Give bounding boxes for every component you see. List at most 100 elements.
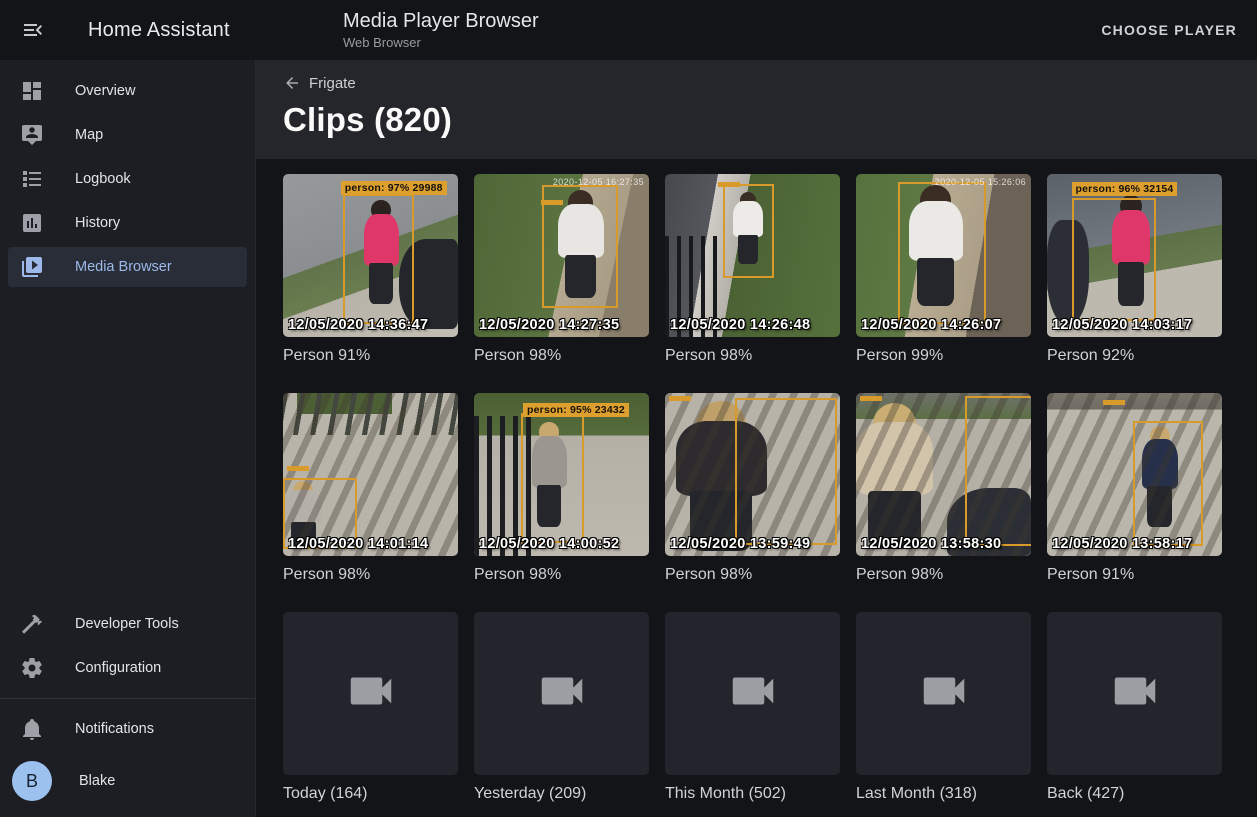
folder-thumbnail [1047,612,1222,775]
clip-timestamp-overlay: 12/05/2020 14:00:52 [479,536,619,552]
folder-card[interactable]: Yesterday (209) [474,612,649,809]
clip-label: Person 91% [283,347,458,371]
person-body [856,422,933,495]
clip-timestamp-overlay: 12/05/2020 14:26:07 [861,317,1001,333]
choose-player-button[interactable]: CHOOSE PLAYER [1093,14,1245,46]
detection-label-chip: person: 95% 23432 [523,403,629,417]
sidebar-item-overview[interactable]: Overview [8,71,247,111]
folder-card[interactable]: Last Month (318) [856,612,1031,809]
clip-thumbnail: 12/05/2020 13:59:49 [665,393,840,556]
clip-timestamp-overlay: 12/05/2020 13:58:30 [861,536,1001,552]
detection-bounding-box [343,194,415,324]
sidebar-item-configuration[interactable]: Configuration [8,648,247,688]
clip-card[interactable]: person: 95% 23432 12/05/2020 14:00:52 Pers… [474,393,649,590]
sidebar-item-logbook[interactable]: Logbook [8,159,247,199]
folder-label: Last Month (318) [856,785,1031,809]
sidebar-item-label: Map [75,127,103,143]
detection-mini-chip [669,396,691,401]
sidebar: Overview Map Logbook History Media Browser D… [0,60,256,817]
bell-icon [20,717,44,741]
detection-bounding-box [965,396,1032,546]
clip-timestamp-overlay: 12/05/2020 13:59:49 [670,536,810,552]
clip-card[interactable]: 2020-12-05 16:27:3512/05/2020 14:27:35 Pe… [474,174,649,371]
sidebar-item-label: History [75,215,120,231]
video-camera-icon [726,664,780,723]
person-head [873,403,916,446]
sidebar-item-history[interactable]: History [8,203,247,243]
clip-label: Person 98% [474,347,649,371]
clip-card[interactable]: person: 97% 2998812/05/2020 14:36:47 Pers… [283,174,458,371]
folder-card[interactable]: Back (427) [1047,612,1222,809]
arrow-left-icon [283,74,301,92]
scene-shape [297,393,392,414]
folder-thumbnail [856,612,1031,775]
clip-card[interactable]: 12/05/2020 13:59:49 Person 98% [665,393,840,590]
folder-thumbnail [665,612,840,775]
clip-label: Person 92% [1047,347,1222,371]
user-name: Blake [79,773,115,789]
detection-label-chip: person: 97% 29988 [341,181,447,195]
clip-label: Person 98% [665,347,840,371]
clip-thumbnail: 2020-12-05 16:27:3512/05/2020 14:27:35 [474,174,649,337]
clip-thumbnail: 12/05/2020 14:26:48 [665,174,840,337]
app-title: Home Assistant [88,19,230,42]
folder-card[interactable]: Today (164) [283,612,458,809]
content-header: Frigate Clips (820) [256,60,1257,159]
page-title: Clips (820) [283,101,1230,139]
clip-card[interactable]: person: 96% 3215412/05/2020 14:03:17 Pers… [1047,174,1222,371]
detection-mini-chip [287,466,309,471]
person-figure [856,403,933,550]
dialog-title: Media Player Browser [343,9,539,33]
sidebar-item-user[interactable]: B Blake [8,757,247,805]
detection-mini-chip [1103,400,1125,405]
clip-timestamp-overlay: 12/05/2020 14:27:35 [479,317,619,333]
sidebar-item-notifications[interactable]: Notifications [8,709,247,749]
folder-label: This Month (502) [665,785,840,809]
sidebar-item-label: Configuration [75,660,161,676]
detection-bounding-box [898,182,986,324]
media-grid: person: 97% 2998812/05/2020 14:36:47 Pers… [256,159,1257,817]
clip-label: Person 98% [856,566,1031,590]
detection-bounding-box [723,184,774,279]
sidebar-item-media-browser[interactable]: Media Browser [8,247,247,287]
clip-card[interactable]: 12/05/2020 13:58:30 Person 98% [856,393,1031,590]
clip-thumbnail: person: 97% 2998812/05/2020 14:36:47 [283,174,458,337]
clip-card[interactable]: 12/05/2020 13:58:17 Person 91% [1047,393,1222,590]
sidebar-item-label: Overview [75,83,135,99]
dialog-subtitle: Web Browser [343,35,539,50]
clip-thumbnail: 12/05/2020 13:58:30 [856,393,1031,556]
clip-label: Person 98% [474,566,649,590]
clip-label: Person 98% [665,566,840,590]
clip-timestamp-overlay: 12/05/2020 13:58:17 [1052,536,1192,552]
history-chart-icon [20,211,44,235]
clip-label: Person 91% [1047,566,1222,590]
detection-mini-chip [860,396,882,401]
folder-card[interactable]: This Month (502) [665,612,840,809]
breadcrumb-label: Frigate [309,75,356,92]
sidebar-spacer [0,291,255,600]
dashboard-icon [20,79,44,103]
sidebar-toggle-button[interactable] [21,18,45,42]
clip-timestamp-overlay: 12/05/2020 14:03:17 [1052,317,1192,333]
sidebar-divider [0,698,255,699]
logbook-list-icon [20,167,44,191]
clip-card[interactable]: 2020-12-05 15:26:06 12/05/2020 14:26:07 Pe… [856,174,1031,371]
clip-timestamp-overlay: 12/05/2020 14:26:48 [670,317,810,333]
clip-card[interactable]: 12/05/2020 14:26:48 Person 98% [665,174,840,371]
sidebar-item-map[interactable]: Map [8,115,247,155]
sidebar-item-label: Notifications [75,721,154,737]
scene-shape [283,393,458,435]
folder-label: Yesterday (209) [474,785,649,809]
detection-bounding-box [735,398,837,545]
clip-label: Person 99% [856,347,1031,371]
clip-card[interactable]: 12/05/2020 14:01:14Person 98% [283,393,458,590]
sidebar-item-label: Media Browser [75,259,172,275]
folder-thumbnail [283,612,458,775]
map-account-icon [20,123,44,147]
camera-osd-timestamp: 2020-12-05 15:26:06 [935,177,1026,187]
sidebar-item-developer-tools[interactable]: Developer Tools [8,604,247,644]
clip-thumbnail: person: 96% 3215412/05/2020 14:03:17 [1047,174,1222,337]
user-avatar: B [12,761,52,801]
video-camera-icon [344,664,398,723]
breadcrumb-back[interactable]: Frigate [283,74,356,92]
